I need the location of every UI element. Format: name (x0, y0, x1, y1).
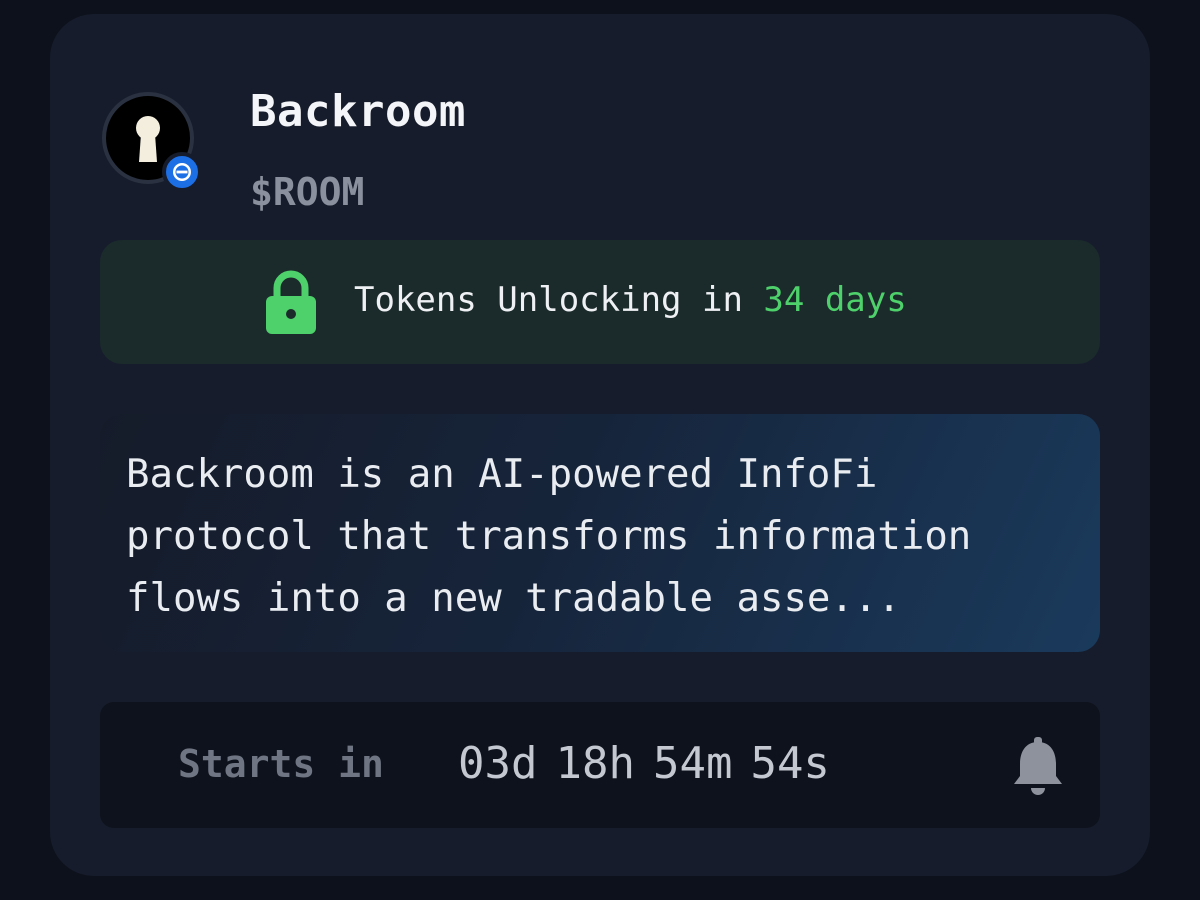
unlock-days: 34 days (763, 280, 907, 320)
description-box: Backroom is an AI-powered InfoFi protoco… (100, 414, 1100, 652)
token-symbol: $ROOM (250, 170, 365, 214)
countdown-seconds: 54s (750, 738, 830, 789)
starts-label: Starts in (178, 742, 384, 786)
bell-icon[interactable] (1010, 736, 1066, 798)
countdown-hours: 18h (555, 738, 635, 789)
countdown-timer: 03d 18h 54m 54s (458, 738, 848, 789)
keyhole-icon (136, 116, 160, 162)
unlock-banner: Tokens Unlocking in 34 days (100, 240, 1100, 364)
unlock-text: Tokens Unlocking in 34 days (354, 280, 907, 320)
unlock-prefix: Tokens Unlocking in (354, 280, 764, 320)
countdown-minutes: 54m (652, 738, 733, 789)
token-name: Backroom (250, 86, 466, 137)
countdown-days: 03d (458, 738, 538, 789)
minus-circle-icon (173, 163, 191, 181)
lock-icon (266, 270, 316, 334)
countdown-bar: Starts in 03d 18h 54m 54s (100, 702, 1100, 828)
chain-badge (162, 152, 202, 192)
description-text: Backroom is an AI-powered InfoFi protoco… (126, 452, 972, 621)
token-card[interactable]: Backroom $ROOM Tokens Unlocking in 34 da… (50, 14, 1150, 876)
